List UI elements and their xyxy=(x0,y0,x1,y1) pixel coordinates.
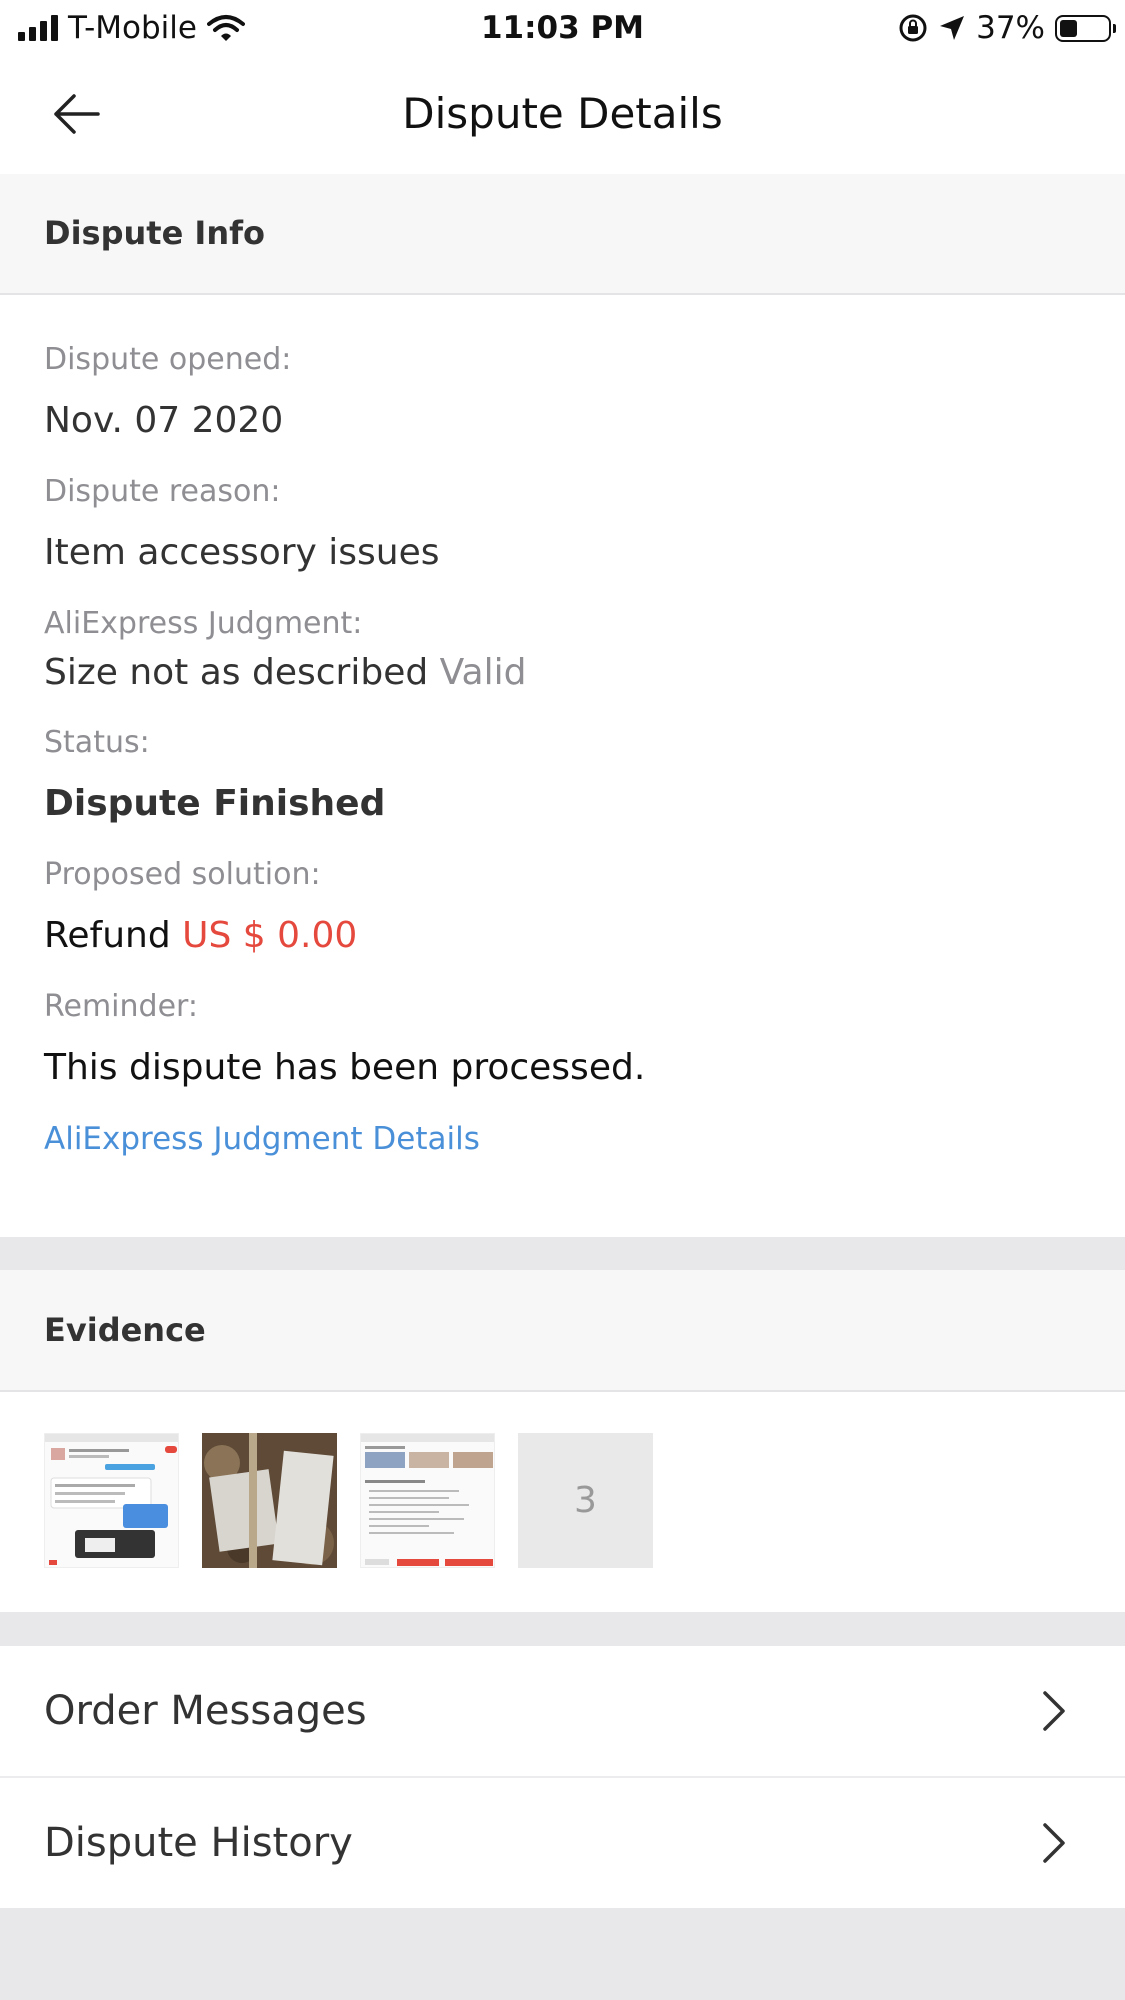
dispute-opened-value: Nov. 07 2020 xyxy=(44,400,284,441)
status-bar-right: 37% xyxy=(898,8,1116,48)
evidence-thumbnail-labels-photo[interactable] xyxy=(202,1433,337,1568)
evidence-title: Evidence xyxy=(44,1311,206,1349)
status-bar: T-Mobile 11:03 PM 37% xyxy=(0,0,1125,56)
dispute-info-title: Dispute Info xyxy=(44,214,265,252)
judgment-value: Size not as described xyxy=(44,652,429,693)
refund-amount: US $ 0.00 xyxy=(182,915,358,956)
battery-percentage: 37% xyxy=(976,10,1045,46)
battery-icon xyxy=(1055,14,1116,42)
reminder-label: Reminder: xyxy=(44,989,198,1024)
orientation-lock-icon xyxy=(899,14,927,42)
navigation-bar: Dispute Details xyxy=(0,56,1125,174)
judgment-label: AliExpress Judgment: xyxy=(44,606,363,641)
proposed-solution-label: Proposed solution: xyxy=(44,857,321,892)
dispute-reason-value: Item accessory issues xyxy=(44,532,440,573)
refund-label: Refund xyxy=(44,915,171,956)
battery-fill xyxy=(1060,19,1078,37)
order-messages-label: Order Messages xyxy=(44,1688,367,1734)
labels-photo-image xyxy=(202,1433,337,1568)
proposed-solution-line: Refund US $ 0.00 xyxy=(44,912,357,960)
evidence-more-count[interactable]: 3 xyxy=(518,1433,653,1568)
dispute-history-row[interactable]: Dispute History xyxy=(0,1778,1125,1908)
evidence-thumbnail-chat-screenshot[interactable] xyxy=(44,1433,179,1568)
judgment-status: Valid xyxy=(439,652,527,693)
dispute-reason-label: Dispute reason: xyxy=(44,474,281,509)
evidence-card: 3 xyxy=(0,1392,1125,1612)
dispute-info-header: Dispute Info xyxy=(0,174,1125,295)
dispute-info-card: Dispute opened: Nov. 07 2020 Dispute rea… xyxy=(0,295,1125,1237)
chevron-right-icon xyxy=(1043,1691,1065,1731)
status-value: Dispute Finished xyxy=(44,783,386,824)
status-label: Status: xyxy=(44,725,150,760)
dispute-opened-label: Dispute opened: xyxy=(44,342,292,377)
judgment-value-line: Size not as described Valid xyxy=(44,649,526,697)
order-messages-row[interactable]: Order Messages xyxy=(0,1646,1125,1776)
order-screenshot-image xyxy=(361,1434,494,1566)
dispute-history-label: Dispute History xyxy=(44,1820,353,1866)
reminder-value: This dispute has been processed. xyxy=(44,1047,646,1088)
chat-screenshot-image xyxy=(45,1434,178,1565)
judgment-details-link[interactable]: AliExpress Judgment Details xyxy=(44,1118,480,1160)
page-title: Dispute Details xyxy=(402,89,723,138)
chevron-right-icon xyxy=(1043,1823,1065,1863)
evidence-header: Evidence xyxy=(0,1270,1125,1392)
evidence-thumbnail-order-screenshot[interactable] xyxy=(360,1433,495,1568)
location-arrow-icon xyxy=(940,16,965,40)
